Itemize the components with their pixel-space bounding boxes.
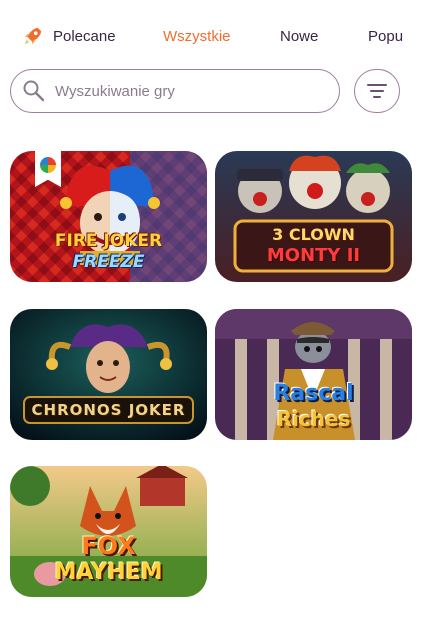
search-box[interactable] [10,69,340,113]
tab-label: Wszystkie [163,27,231,45]
game-tile-chronos-joker[interactable]: CHRONOS JOKER [10,309,207,440]
search-input[interactable] [55,82,325,100]
tab-popularne[interactable]: Popu [368,22,403,50]
game-subtitle: MONTY II [266,245,361,266]
game-thumbnail [10,309,207,440]
game-tile-fox-mayhem[interactable]: FOX MAYHEM [10,466,207,597]
tab-label: Nowe [280,27,319,45]
game-tile-rascal-riches[interactable]: Rascal Riches [215,309,412,440]
tab-nowe[interactable]: Nowe [280,22,318,50]
tab-label: Popu [368,27,404,45]
game-tile-fire-joker-freeze[interactable]: FIRE JOKER FREEZE [10,151,207,282]
filter-icon [367,84,387,98]
game-tile-3-clown-monty-ii[interactable]: 3 CLOWN MONTY II [215,151,412,282]
search-icon [23,80,45,102]
tab-label: Polecane [53,27,116,45]
tab-polecane[interactable]: Polecane [22,22,116,50]
filter-button[interactable] [354,69,400,113]
game-title: FIRE JOKER [54,231,163,251]
category-tabs: Polecane Wszystkie Nowe Popu [0,14,430,58]
game-subtitle: Riches [276,407,351,431]
game-title: Rascal [273,381,354,406]
tab-wszystkie[interactable]: Wszystkie [163,22,231,50]
game-subtitle: FREEZE [72,252,145,272]
badge-icon [40,157,56,173]
game-title: FOX [81,532,136,560]
game-title: CHRONOS JOKER [31,401,186,419]
game-title: 3 CLOWN [272,225,355,244]
game-subtitle: MAYHEM [54,560,163,585]
rocket-icon [24,27,42,45]
